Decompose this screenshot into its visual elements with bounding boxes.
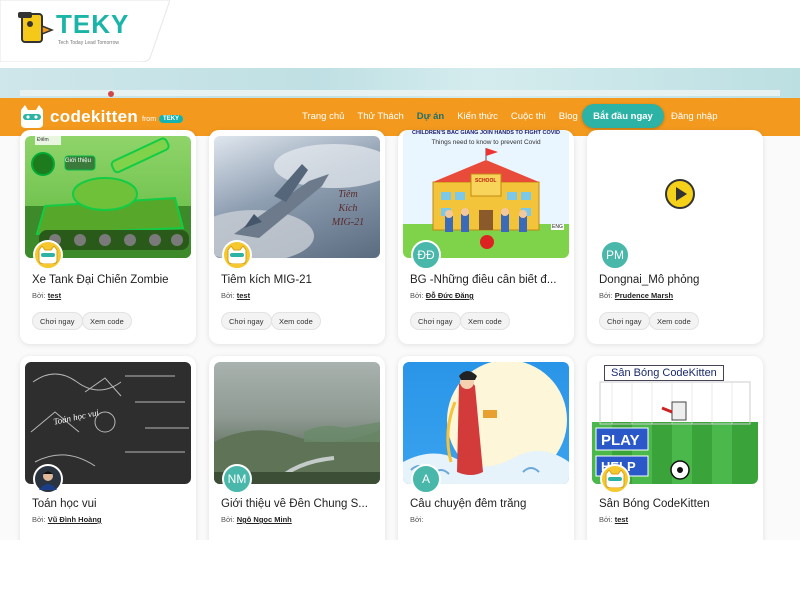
play-button[interactable]: Chơi ngay [32,312,83,330]
project-title[interactable]: Xe Tank Đại Chiến Zombie [32,274,184,286]
author-link[interactable]: Đỗ Đức Đăng [426,291,474,300]
author-link[interactable]: test [48,291,61,300]
project-byline: Bởi: [410,515,424,524]
project-title[interactable]: Sân Bóng CodeKitten [599,498,751,510]
kitten-avatar-icon [38,246,58,264]
thumb-caption: Tiêm Kích MIG-21 [331,189,365,228]
nav-link-contests[interactable]: Cuộc thi [511,111,546,122]
view-code-button[interactable]: Xem code [82,312,132,330]
kitten-icon [21,105,43,128]
project-card[interactable]: PM Dongnai_Mô phỏng Bởi: Prudence Marsh … [587,130,763,344]
project-byline: Bởi: Prudence Marsh [599,291,673,300]
author-prefix: Bởi: [599,515,613,524]
login-link[interactable]: Đăng nhập [671,111,717,122]
author-link[interactable]: Ngô Ngọc Minh [237,515,292,524]
author-link[interactable]: test [237,291,250,300]
project-card[interactable]: Sân Bóng CodeKitten PLAY HELP Sân Bóng C… [587,356,763,540]
play-button[interactable]: Chơi ngay [410,312,461,330]
author-prefix: Bởi: [410,515,424,524]
author-avatar [222,240,252,270]
project-card[interactable]: NM Giới thiệu về Đền Chung S... Bởi: Ngô… [209,356,385,540]
author-link[interactable]: Prudence Marsh [615,291,673,300]
project-byline: Bởi: Đỗ Đức Đăng [410,291,474,300]
project-byline: Bởi: Vũ Đình Hoàng [32,515,102,524]
browser-dot [108,91,114,97]
author-link[interactable]: test [615,515,628,524]
kitten-avatar-icon [605,470,625,488]
project-byline: Bởi: test [599,515,628,524]
project-byline: Bởi: test [221,291,250,300]
view-code-button[interactable]: Xem code [460,312,510,330]
author-avatar: PM [600,240,630,270]
author-link[interactable]: Vũ Đình Hoàng [48,515,102,524]
author-avatar [600,464,630,494]
thumb-title: Sân Bóng CodeKitten [604,365,724,381]
nav-link-blog[interactable]: Blog [559,111,578,122]
project-title[interactable]: Toán học vui [32,498,184,510]
author-prefix: Bởi: [410,291,424,300]
author-prefix: Bởi: [599,291,613,300]
project-title[interactable]: Câu chuyện đêm trăng [410,498,562,510]
codekitten-logo[interactable]: codekitten from TEKY [18,104,184,130]
nav-link-home[interactable]: Trang chủ [302,111,344,122]
school-sign: SCHOOL [475,178,497,184]
author-photo [39,471,57,490]
teky-bird-icon [18,12,54,43]
play-button[interactable]: Chơi ngay [599,312,650,330]
author-avatar [33,464,63,494]
teky-logo: TEKY Tech Today Lead Tomorrow [0,0,170,62]
project-byline: Bởi: Ngô Ngọc Minh [221,515,292,524]
view-code-button[interactable]: Xem code [271,312,321,330]
project-thumbnail[interactable]: CHILDREN'S BAC GIANG JOIN HANDS TO FIGHT… [403,130,569,258]
author-prefix: Bởi: [221,515,235,524]
author-avatar [33,240,63,270]
browser-bar [20,90,780,96]
project-card[interactable]: CHILDREN'S BAC GIANG JOIN HANDS TO FIGHT… [398,130,574,344]
play-button[interactable]: Chơi ngay [221,312,272,330]
project-byline: Bởi: test [32,291,61,300]
author-prefix: Bởi: [221,291,235,300]
author-prefix: Bởi: [32,291,46,300]
view-code-button[interactable]: Xem code [649,312,699,330]
author-prefix: Bởi: [32,515,46,524]
author-avatar: A [411,464,441,494]
thumb-intro-label: Giới thiệu [65,158,91,164]
project-title[interactable]: BG -Những điều cần biết đ... [410,274,562,286]
nav-link-projects[interactable]: Dự án [417,111,444,122]
author-avatar: NM [222,464,252,494]
browser-strip [0,68,800,98]
nav-teky-badge: TEKY [159,115,184,123]
nav-link-challenges[interactable]: Thử Thách [357,111,403,122]
nav-link-knowledge[interactable]: Kiến thức [457,111,498,122]
project-card[interactable]: A Câu chuyện đêm trăng Bởi: [398,356,574,540]
start-now-button[interactable]: Bắt đầu ngay [582,104,664,128]
teky-brand: TEKY [56,9,130,39]
teky-tagline: Tech Today Lead Tomorrow [58,40,119,46]
project-title[interactable]: Giới thiệu về Đền Chung S... [221,498,373,510]
thumb-score-label: Điểm [37,137,49,143]
nav-from: from [142,115,157,123]
screenshot-area: codekitten from TEKY Trang chủ Thử Thách… [0,68,800,540]
author-avatar: ĐĐ [411,240,441,270]
project-title[interactable]: Tiêm kích MIG-21 [221,274,373,286]
school-illustration [403,148,569,258]
nav-links: Trang chủ Thử Thách Dự án Kiến thức Cuộc… [302,111,591,122]
kitten-avatar-icon [227,246,247,264]
game-play-label[interactable]: PLAY [601,432,640,449]
language-badge: ENG [551,224,564,230]
bottom-whitespace [0,540,800,600]
project-title[interactable]: Dongnai_Mô phỏng [599,274,751,286]
project-card[interactable]: Toán học vui Toán học vui Bởi: Vũ Đình H… [20,356,196,540]
page: TEKY Tech Today Lead Tomorrow codekitten… [0,0,800,600]
nav-brand: codekitten [50,107,139,126]
project-card[interactable]: Tiêm Kích MIG-21 Tiêm kích MIG-21 Bởi: t… [209,130,385,344]
project-card[interactable]: Giới thiệu Điểm Xe Tank Đại Chiến Zombie… [20,130,196,344]
